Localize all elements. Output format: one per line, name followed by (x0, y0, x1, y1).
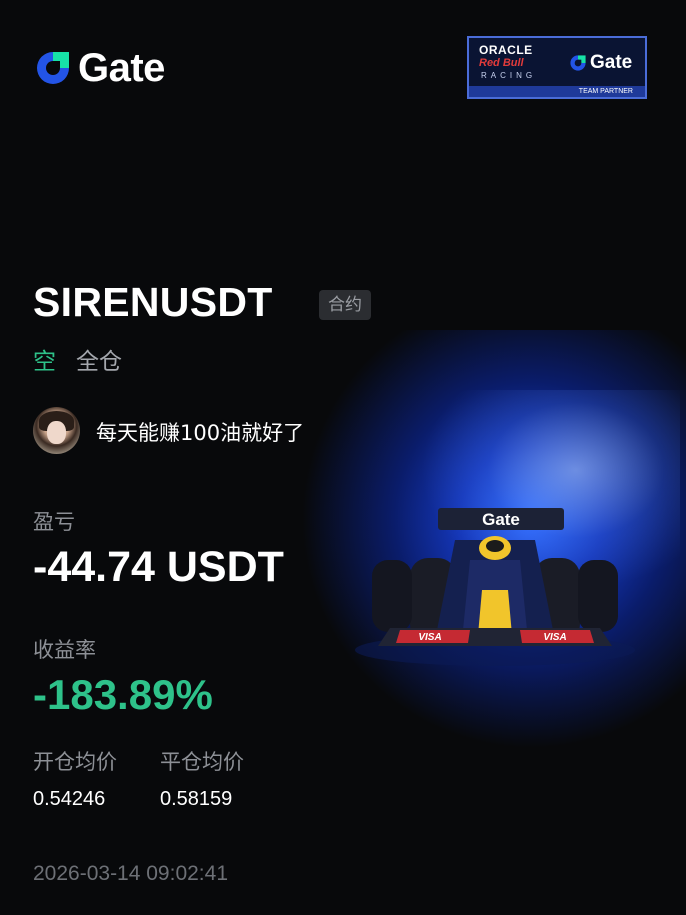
car-wing-text: Gate (482, 510, 520, 529)
contract-symbol: SIRENUSDT (33, 279, 273, 325)
f1-car-image: Gate VISA VISA (355, 508, 635, 666)
timestamp: 2026-03-14 09:02:41 (33, 862, 228, 885)
open-price-label: 开仓均价 (33, 750, 117, 774)
roi-label: 收益率 (33, 638, 96, 662)
roi-value: -183.89% (33, 671, 213, 718)
open-price-value: 0.54246 (33, 788, 106, 810)
close-price-value: 0.58159 (160, 788, 233, 810)
car-sidepod-text-left: VISA (418, 632, 441, 643)
gate-logo-icon (37, 52, 69, 84)
contract-badge: 合约 (319, 290, 371, 320)
partner-racing-text: RACING (481, 71, 537, 80)
gate-logo-text: Gate (78, 46, 165, 90)
partner-gate-icon (570, 55, 586, 71)
user-nickname: 每天能赚100油就好了 (96, 421, 305, 445)
avatar (33, 407, 80, 454)
margin-mode: 全仓 (76, 349, 122, 375)
partner-footer: TEAM PARTNER (469, 86, 645, 97)
gate-logo: Gate (34, 48, 165, 88)
partner-redbull-text: Red Bull (479, 57, 524, 69)
partner-gate-logo: Gate (569, 52, 632, 74)
pnl-value: -44.74 USDT (33, 543, 284, 591)
partner-gate-text: Gate (590, 52, 633, 73)
close-price-label: 平仓均价 (160, 750, 244, 774)
team-partner-badge: ORACLE Red Bull RACING Gate TEAM PARTNER (467, 36, 647, 99)
partner-oracle-text: ORACLE (479, 43, 533, 57)
avatar-face (47, 421, 66, 444)
position-side: 空 (33, 349, 56, 375)
pnl-label: 盈亏 (33, 510, 75, 534)
car-sidepod-text-right: VISA (543, 632, 566, 643)
